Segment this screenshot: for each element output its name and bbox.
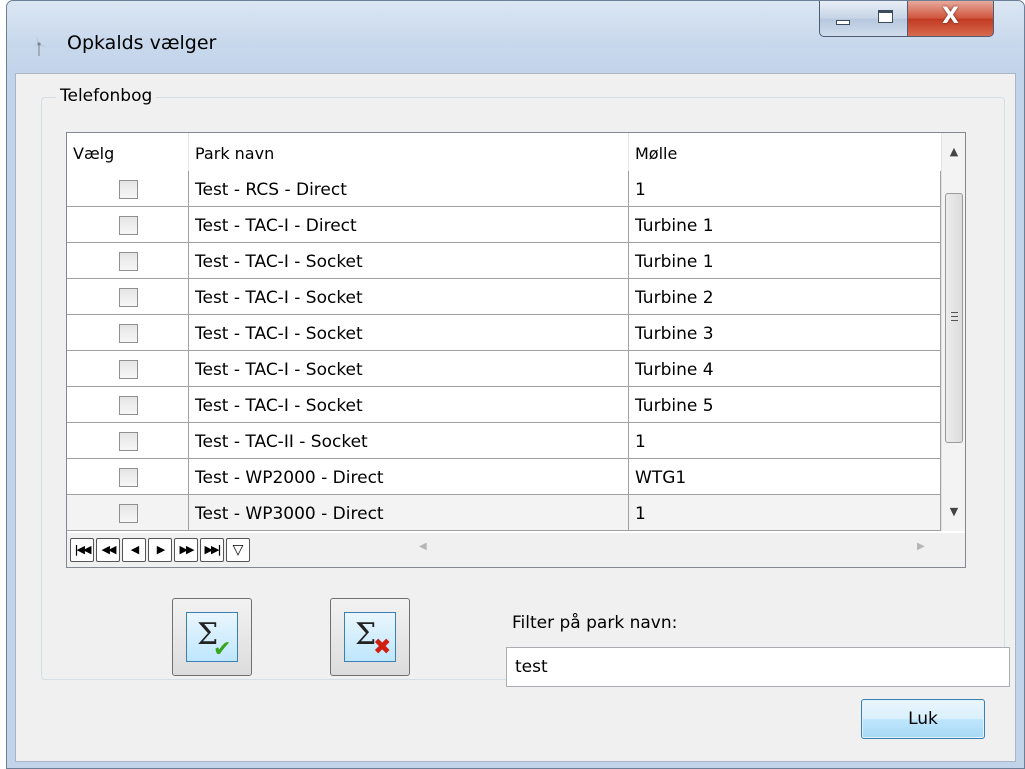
park-name-filter-input[interactable] — [506, 647, 1010, 687]
scroll-thumb[interactable] — [945, 193, 963, 443]
window-title: Opkalds vælger — [67, 32, 217, 54]
x-mark-glyph: ✖ — [373, 635, 392, 660]
maximize-icon — [878, 10, 893, 23]
turbine-cell[interactable]: WTG1 — [629, 459, 941, 495]
select-cell — [67, 279, 189, 315]
first-icon: |◀◀ — [74, 543, 92, 556]
row-checkbox[interactable] — [119, 180, 138, 199]
phonebook-group: Telefonbog Vælg Park navn Mølle Test - R… — [41, 86, 1010, 687]
park-name-cell[interactable]: Test - TAC-I - Socket — [189, 279, 629, 315]
title-bar[interactable]: Opkalds vælger X — [7, 1, 1024, 73]
park-name-cell[interactable]: Test - WP2000 - Direct — [189, 459, 629, 495]
scroll-right-icon[interactable]: ▶ — [917, 541, 925, 552]
table-row[interactable]: Test - TAC-I - Direct Turbine 1 — [67, 207, 941, 243]
grip-icon — [951, 312, 958, 321]
park-name-cell[interactable]: Test - TAC-I - Direct — [189, 207, 629, 243]
check-mark-glyph: ✔ — [213, 637, 232, 662]
turbine-cell[interactable]: Turbine 1 — [629, 243, 941, 279]
minimize-button[interactable] — [819, 1, 865, 37]
last-record-button[interactable]: ▶▶| — [200, 538, 224, 562]
prior-page-button[interactable]: ◀◀ — [96, 538, 120, 562]
next-icon: ▶ — [156, 543, 166, 556]
scroll-up-icon[interactable]: ▲ — [942, 141, 965, 163]
park-name-cell[interactable]: Test - TAC-I - Socket — [189, 351, 629, 387]
next-record-button[interactable]: ▶ — [148, 538, 172, 562]
select-cell — [67, 423, 189, 459]
row-checkbox[interactable] — [119, 288, 138, 307]
prior-icon: ◀ — [130, 543, 140, 556]
select-cell — [67, 243, 189, 279]
row-checkbox[interactable] — [119, 324, 138, 343]
prior-page-icon: ◀◀ — [101, 543, 117, 556]
column-header-select[interactable]: Vælg — [67, 133, 189, 171]
row-checkbox[interactable] — [119, 504, 138, 523]
record-navigator: |◀◀ ◀◀ ◀ ▶ ▶▶ ▶▶| ▽ ◀ ▶ — [67, 533, 965, 567]
first-record-button[interactable]: |◀◀ — [70, 538, 94, 562]
table-row[interactable]: Test - TAC-I - Socket Turbine 3 — [67, 315, 941, 351]
table-row[interactable]: Test - TAC-I - Socket Turbine 4 — [67, 351, 941, 387]
group-title: Telefonbog — [56, 86, 157, 106]
turbine-cell[interactable]: 1 — [629, 495, 941, 531]
client-area: Telefonbog Vælg Park navn Mølle Test - R… — [15, 73, 1016, 762]
filter-button[interactable]: ▽ — [226, 538, 250, 562]
phonebook-grid[interactable]: Vælg Park navn Mølle Test - RCS - Direct… — [66, 132, 966, 568]
vertical-scrollbar[interactable]: ▲ ▼ — [941, 133, 965, 531]
row-checkbox[interactable] — [119, 432, 138, 451]
prior-record-button[interactable]: ◀ — [122, 538, 146, 562]
select-cell — [67, 171, 189, 207]
grid-header: Vælg Park navn Mølle — [67, 133, 941, 171]
deselect-all-button[interactable]: Σ ✖ — [330, 598, 410, 676]
table-row[interactable]: Test - TAC-II - Socket 1 — [67, 423, 941, 459]
select-cell — [67, 459, 189, 495]
sigma-x-icon: Σ ✖ — [344, 612, 396, 662]
scroll-left-icon[interactable]: ◀ — [419, 541, 427, 552]
filter-label: Filter på park navn: — [512, 613, 678, 633]
park-name-cell[interactable]: Test - TAC-II - Socket — [189, 423, 629, 459]
column-header-turbine[interactable]: Mølle — [629, 133, 941, 171]
park-name-cell[interactable]: Test - TAC-I - Socket — [189, 243, 629, 279]
table-row[interactable]: Test - TAC-I - Socket Turbine 5 — [67, 387, 941, 423]
next-page-button[interactable]: ▶▶ — [174, 538, 198, 562]
row-checkbox[interactable] — [119, 468, 138, 487]
turbine-cell[interactable]: Turbine 4 — [629, 351, 941, 387]
select-all-button[interactable]: Σ ✔ — [172, 598, 252, 676]
turbine-cell[interactable]: Turbine 3 — [629, 315, 941, 351]
turbine-cell[interactable]: Turbine 5 — [629, 387, 941, 423]
filter-icon: ▽ — [232, 542, 244, 558]
turbine-cell[interactable]: Turbine 1 — [629, 207, 941, 243]
select-cell — [67, 315, 189, 351]
park-name-cell[interactable]: Test - TAC-I - Socket — [189, 315, 629, 351]
park-name-cell[interactable]: Test - RCS - Direct — [189, 171, 629, 207]
row-checkbox[interactable] — [119, 360, 138, 379]
close-button[interactable]: Luk — [861, 699, 985, 739]
select-cell — [67, 387, 189, 423]
dialog-window: Opkalds vælger X Telefonbog Vælg Park na… — [6, 0, 1025, 769]
column-header-park-name[interactable]: Park navn — [189, 133, 629, 171]
select-cell — [67, 351, 189, 387]
next-page-icon: ▶▶ — [179, 543, 195, 556]
select-cell — [67, 207, 189, 243]
row-checkbox[interactable] — [119, 216, 138, 235]
turbine-cell[interactable]: Turbine 2 — [629, 279, 941, 315]
table-row[interactable]: Test - WP2000 - Direct WTG1 — [67, 459, 941, 495]
table-row[interactable]: Test - TAC-I - Socket Turbine 1 — [67, 243, 941, 279]
park-name-cell[interactable]: Test - TAC-I - Socket — [189, 387, 629, 423]
scroll-down-icon[interactable]: ▼ — [942, 501, 965, 523]
close-window-button[interactable]: X — [908, 1, 994, 37]
maximize-button[interactable] — [864, 1, 908, 37]
turbine-cell[interactable]: 1 — [629, 171, 941, 207]
table-row[interactable]: Test - TAC-I - Socket Turbine 2 — [67, 279, 941, 315]
table-row[interactable]: Test - RCS - Direct 1 — [67, 171, 941, 207]
row-checkbox[interactable] — [119, 252, 138, 271]
row-checkbox[interactable] — [119, 396, 138, 415]
last-icon: ▶▶| — [204, 543, 222, 556]
park-name-cell[interactable]: Test - WP3000 - Direct — [189, 495, 629, 531]
sigma-check-icon: Σ ✔ — [186, 612, 238, 662]
minimize-icon — [836, 20, 850, 25]
select-cell — [67, 495, 189, 531]
close-icon: X — [942, 4, 959, 29]
turbine-cell[interactable]: 1 — [629, 423, 941, 459]
table-row-current[interactable]: Test - WP3000 - Direct 1 — [67, 495, 941, 531]
wind-turbine-icon — [29, 35, 48, 56]
